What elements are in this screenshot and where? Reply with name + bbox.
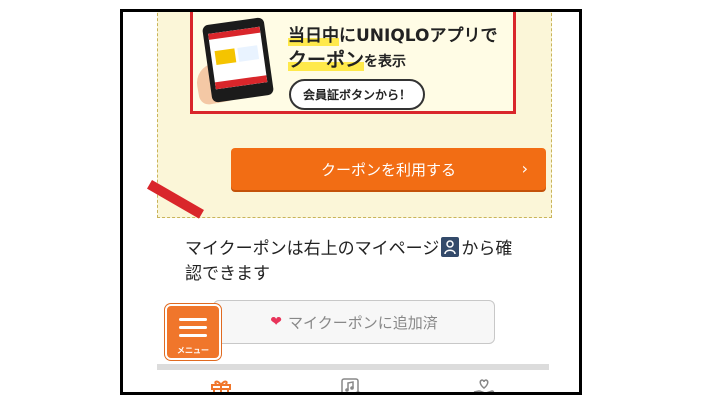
use-coupon-button[interactable]: クーポンを利用する › [231,148,546,190]
tab-gift[interactable] [209,376,233,392]
phone-frame: 当日中にUNIQLOアプリで クーポンを表示 会員証ボタンから！ クーポンを利用… [120,9,582,395]
tab-music[interactable] [339,376,363,392]
music-note-icon [341,378,361,392]
ribbon-decoration [147,180,204,219]
speech-bubble: 会員証ボタンから！ [289,79,426,110]
banner-notch [228,12,230,13]
bottom-tab-bar [157,372,552,392]
heart-hand-icon [473,379,495,392]
use-coupon-label: クーポンを利用する [320,160,456,179]
promo-banner: 当日中にUNIQLOアプリで クーポンを表示 会員証ボタンから！ [190,12,516,114]
person-icon [441,237,460,257]
gift-icon [211,380,231,392]
tab-heart-hand[interactable] [472,376,496,392]
mypage-info-text: マイクーポンは右上のマイページ から確認できます [185,237,513,284]
menu-button[interactable]: メニュー [165,304,221,360]
chevron-right-icon: › [521,159,528,178]
menu-label: メニュー [177,346,209,355]
divider [157,364,549,370]
hamburger-icon [179,318,207,321]
promo-line-1: 当日中にUNIQLOアプリで [288,26,498,46]
heart-icon: ❤ [270,314,283,330]
phone-illustration [201,17,275,103]
promo-line-2: クーポンを表示 [288,49,407,71]
my-coupon-added-button[interactable]: ❤ マイクーポンに追加済 [213,300,495,344]
coupon-card: 当日中にUNIQLOアプリで クーポンを表示 会員証ボタンから！ クーポンを利用… [147,12,552,219]
my-coupon-added-label: マイクーポンに追加済 [288,313,438,332]
